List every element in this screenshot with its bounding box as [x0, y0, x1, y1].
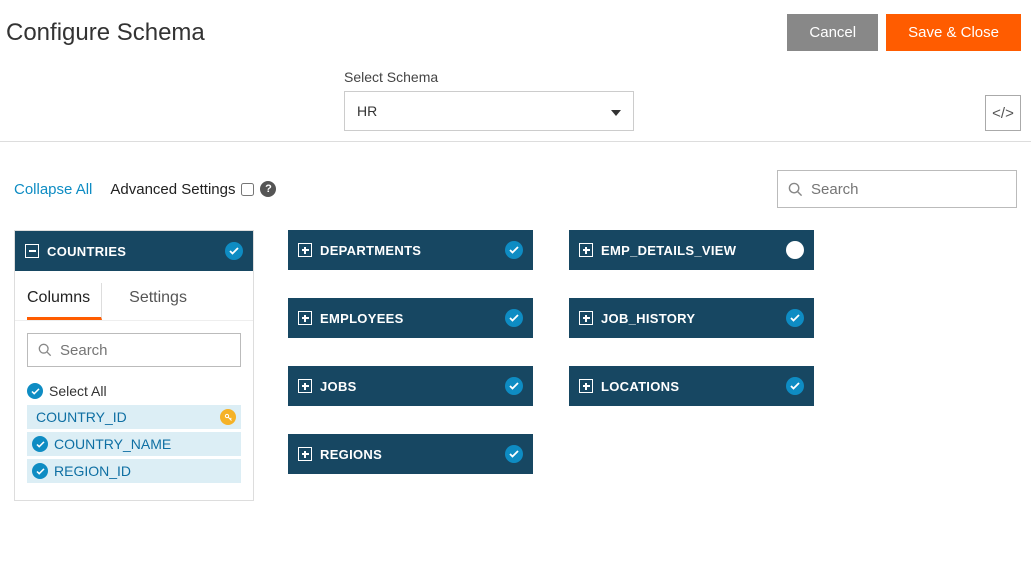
table-card[interactable]: EMP_DETAILS_VIEW [569, 230, 814, 270]
schema-dropdown[interactable]: HR [344, 91, 634, 131]
table-card-countries[interactable]: COUNTRIES [15, 231, 253, 271]
expand-icon [298, 243, 312, 257]
status-check-icon [505, 241, 523, 259]
status-check-icon [786, 309, 804, 327]
primary-key-icon [220, 409, 236, 425]
table-card[interactable]: JOBS [288, 366, 533, 406]
column-search[interactable] [27, 333, 241, 367]
table-card[interactable]: JOB_HISTORY [569, 298, 814, 338]
status-check-icon [786, 377, 804, 395]
expanded-table-panel: COUNTRIES Columns Settings Select [14, 230, 254, 501]
column-search-input[interactable] [60, 342, 230, 359]
global-search-input[interactable] [811, 181, 1006, 198]
expand-icon [298, 311, 312, 325]
column-name: COUNTRY_ID [36, 409, 220, 425]
collapse-all-link[interactable]: Collapse All [14, 181, 92, 198]
select-schema-label: Select Schema [344, 69, 634, 85]
table-card[interactable]: DEPARTMENTS [288, 230, 533, 270]
table-name: COUNTRIES [47, 244, 225, 259]
code-view-button[interactable]: </> [985, 95, 1021, 131]
expand-icon [298, 379, 312, 393]
expand-icon [579, 311, 593, 325]
table-name: REGIONS [320, 447, 505, 462]
divider [0, 141, 1031, 142]
column-item[interactable]: COUNTRY_ID [27, 405, 241, 429]
search-icon [38, 343, 52, 357]
page-title: Configure Schema [6, 19, 205, 47]
table-card[interactable]: REGIONS [288, 434, 533, 474]
schema-value: HR [357, 103, 377, 119]
advanced-settings-label: Advanced Settings [110, 181, 235, 198]
caret-down-icon [611, 103, 621, 119]
select-all-row[interactable]: Select All [15, 379, 253, 405]
code-icon: </> [992, 105, 1014, 122]
expand-icon [579, 379, 593, 393]
table-name: LOCATIONS [601, 379, 786, 394]
table-name: EMPLOYEES [320, 311, 505, 326]
table-name: EMP_DETAILS_VIEW [601, 243, 786, 258]
table-name: DEPARTMENTS [320, 243, 505, 258]
status-check-icon [505, 377, 523, 395]
table-card[interactable]: EMPLOYEES [288, 298, 533, 338]
cancel-button[interactable]: Cancel [787, 14, 878, 51]
expand-icon [298, 447, 312, 461]
status-check-icon [225, 242, 243, 260]
column-name: REGION_ID [54, 463, 236, 479]
check-icon [27, 383, 43, 399]
status-check-icon [505, 309, 523, 327]
status-check-icon [505, 445, 523, 463]
search-icon [788, 182, 803, 197]
status-empty-icon [786, 241, 804, 259]
column-item[interactable]: COUNTRY_NAME [27, 432, 241, 456]
column-name: COUNTRY_NAME [54, 436, 236, 452]
table-card[interactable]: LOCATIONS [569, 366, 814, 406]
check-icon [32, 463, 48, 479]
help-icon[interactable]: ? [260, 181, 276, 197]
select-all-label: Select All [49, 383, 107, 399]
column-item[interactable]: REGION_ID [27, 459, 241, 483]
advanced-settings-checkbox[interactable] [241, 183, 254, 196]
check-icon [32, 436, 48, 452]
table-name: JOBS [320, 379, 505, 394]
table-name: JOB_HISTORY [601, 311, 786, 326]
global-search[interactable] [777, 170, 1017, 208]
collapse-icon [25, 244, 39, 258]
expand-icon [579, 243, 593, 257]
tab-settings[interactable]: Settings [118, 283, 187, 320]
save-close-button[interactable]: Save & Close [886, 14, 1021, 51]
tab-columns[interactable]: Columns [27, 283, 102, 320]
